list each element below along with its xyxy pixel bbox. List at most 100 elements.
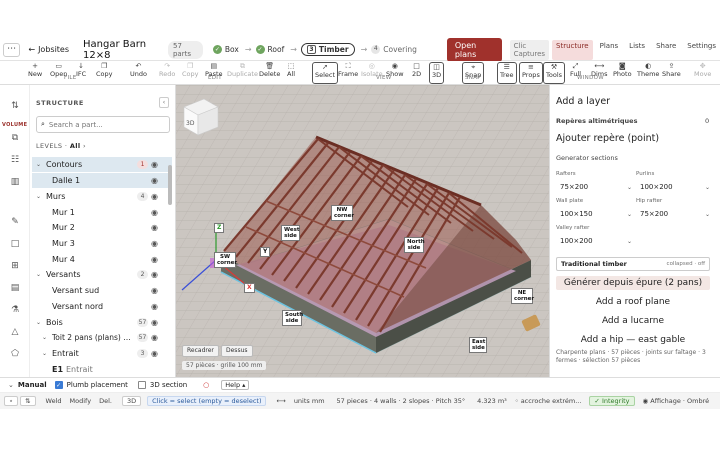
eye-icon[interactable]: ◉ xyxy=(151,346,158,361)
undo-button[interactable]: ↶ Undo xyxy=(130,62,147,84)
tree-item-versant-sud[interactable]: Versant sud ◉ xyxy=(32,283,172,298)
sliders-icon[interactable]: ⇅ xyxy=(9,100,21,112)
tools-toggle[interactable]: ⚒ Tools xyxy=(543,62,566,84)
eye-icon[interactable]: ◉ xyxy=(151,189,158,204)
add-repere-button[interactable]: Ajouter repère (point) xyxy=(556,133,659,144)
wall-plate-select[interactable]: 100×150 ⌄ xyxy=(556,207,634,222)
tab-lists[interactable]: Lists xyxy=(625,40,649,60)
purlins-select[interactable]: 100×200 ⌄ xyxy=(636,180,712,195)
tree-item-versant-nord[interactable]: Versant nord ◉ xyxy=(32,299,172,314)
delete-tool[interactable]: Del. xyxy=(95,397,116,405)
rafters-select[interactable]: 75×200 ⌄ xyxy=(556,180,634,195)
wand-icon[interactable]: ⋆ xyxy=(4,396,19,406)
tree-group-versants[interactable]: ⌄ Versants 2 ◉ xyxy=(32,267,172,282)
back-to-jobsites[interactable]: ← Jobsites xyxy=(28,45,69,54)
step-box[interactable]: ✓ Box xyxy=(212,45,239,54)
select-all-button[interactable]: ⬚ All xyxy=(287,62,295,84)
hip-rafter-select[interactable]: 75×200 ⌄ xyxy=(636,207,712,222)
props-toggle[interactable]: ≡ Props xyxy=(519,62,543,84)
tree-item-mur-2[interactable]: Mur 2 ◉ xyxy=(32,220,172,235)
trash-icon[interactable]: ▥ xyxy=(9,176,21,188)
eye-icon[interactable]: ◉ xyxy=(151,299,158,314)
copy-file-button[interactable]: ❐ Copy xyxy=(96,62,113,84)
tab-share[interactable]: Share xyxy=(652,40,680,60)
search-input[interactable] xyxy=(48,120,159,129)
eye-icon[interactable]: ◉ xyxy=(151,157,158,172)
new-button[interactable]: + New xyxy=(28,62,42,84)
add-roof-plane-button[interactable]: Add a roof plane xyxy=(556,295,710,309)
view-2d-button[interactable]: □ 2D xyxy=(412,62,421,84)
frame-button[interactable]: ⛶ Frame xyxy=(338,62,358,84)
integrity-badge[interactable]: ✓ Integrity xyxy=(589,396,635,406)
eye-icon[interactable]: ◉ xyxy=(151,330,158,345)
levels-selector[interactable]: LEVELS · All › xyxy=(36,142,86,150)
step-roof[interactable]: ✓ Roof xyxy=(255,45,284,54)
mode-3d-toggle[interactable]: 3D xyxy=(121,396,142,406)
tab-plans[interactable]: Plans xyxy=(596,40,623,60)
pencil-icon[interactable]: ✎ xyxy=(9,216,21,228)
clic-captures-button[interactable]: Clic Captures xyxy=(509,39,550,60)
view-cube-label[interactable]: 3D xyxy=(186,120,194,127)
step-timber[interactable]: 3 Timber xyxy=(300,43,355,56)
copy-button[interactable]: ❐ Copy xyxy=(182,62,199,84)
tree-group-contours[interactable]: ⌄ Contours 1 ◉ xyxy=(32,157,172,172)
tree-group-bois[interactable]: ⌄ Bois 57 ◉ xyxy=(32,315,172,330)
tree-item-mur-1[interactable]: Mur 1 ◉ xyxy=(32,205,172,220)
eye-icon[interactable]: ◉ xyxy=(151,220,158,235)
eye-icon[interactable]: ◉ xyxy=(151,283,158,298)
dessus-button[interactable]: Dessus xyxy=(221,345,253,357)
view-3d-button[interactable]: ◫ 3D xyxy=(429,62,445,84)
step-covering[interactable]: 4 Covering xyxy=(371,45,417,54)
traditional-timber-toggle[interactable]: Traditional timber collapsed · off xyxy=(556,257,710,271)
eye-icon[interactable]: ◉ xyxy=(151,236,158,251)
accroche-toggle[interactable]: ◦ accroche extrém... xyxy=(511,397,586,405)
stairs-icon[interactable]: ⚗ xyxy=(9,304,21,316)
redo-button[interactable]: ↷ Redo xyxy=(159,62,175,84)
plumb-placement-checkbox[interactable]: ✓ xyxy=(54,381,63,389)
recadrer-button[interactable]: Recadrer xyxy=(182,345,219,357)
tree-group-murs[interactable]: ⌄ Murs 4 ◉ xyxy=(32,189,172,204)
grid-icon[interactable]: ⊞ xyxy=(9,260,21,272)
sidebar-scrollbar[interactable] xyxy=(168,165,172,205)
stack-icon[interactable]: ▤ xyxy=(9,282,21,294)
3d-section-checkbox[interactable] xyxy=(137,381,146,389)
triangle-icon[interactable]: △ xyxy=(9,326,21,338)
tab-settings[interactable]: Settings xyxy=(683,40,720,60)
eye-icon[interactable]: ◉ xyxy=(151,267,158,282)
tree-subgroup-toit[interactable]: ⌄ Toit 2 pans (plans) … 57 ◉ xyxy=(32,330,172,345)
tab-structure[interactable]: Structure xyxy=(552,39,593,60)
help-button[interactable]: Help ▴ xyxy=(221,380,250,390)
move-button[interactable]: ✥ Move xyxy=(694,62,711,84)
share-button[interactable]: ⇪ Share xyxy=(662,62,681,84)
modify-tool[interactable]: Modify xyxy=(66,397,96,405)
tree-toggle[interactable]: ☰ Tree xyxy=(497,62,517,84)
photo-button[interactable]: ◙ Photo xyxy=(613,62,632,84)
duplicate-button[interactable]: ⧉ Duplicate xyxy=(227,62,258,84)
collapse-sidebar-button[interactable]: ‹ xyxy=(159,97,169,108)
tree-leaf-e1[interactable]: E1 Entrait xyxy=(32,362,172,377)
list-icon[interactable]: ☷ xyxy=(9,154,21,166)
eye-icon[interactable]: ◉ xyxy=(151,252,158,267)
units-readout[interactable]: units mm xyxy=(290,397,329,405)
more-menu-button[interactable]: ⋯ xyxy=(3,42,21,57)
tree-item-mur-3[interactable]: Mur 3 ◉ xyxy=(32,236,172,251)
weld-tool[interactable]: Weld xyxy=(42,397,66,405)
add-hip-east-gable-button[interactable]: Add a hip — east gable xyxy=(556,333,710,347)
open-plans-button[interactable]: Open plans xyxy=(446,37,502,62)
layers-icon[interactable]: ⧉ xyxy=(9,132,21,144)
mode-manual[interactable]: Manual xyxy=(18,381,47,389)
rectangle-icon[interactable]: □ xyxy=(9,238,21,250)
tree-item-dalle-1[interactable]: Dalle 1 ◉ xyxy=(32,173,172,188)
display-mode-toggle[interactable]: ◉ Affichage · Ombré xyxy=(639,397,714,405)
ifc-button[interactable]: ↓ IFC xyxy=(76,62,86,84)
delete-button[interactable]: 🗑 Delete xyxy=(259,62,280,84)
add-lucarne-button[interactable]: Add a lucarne xyxy=(556,314,710,328)
record-icon[interactable]: ○ xyxy=(203,381,209,389)
eye-icon[interactable]: ◉ xyxy=(151,173,158,188)
eye-icon[interactable]: ◉ xyxy=(151,315,158,330)
select-tool-button[interactable]: ➚ Select xyxy=(312,62,339,84)
chevron-down-icon[interactable]: ⌄ xyxy=(8,381,14,389)
add-layer-heading[interactable]: Add a layer xyxy=(556,96,610,107)
generate-from-epure-button[interactable]: Générer depuis épure (2 pans) xyxy=(556,276,710,290)
pentagon-icon[interactable]: ⬠ xyxy=(9,348,21,360)
